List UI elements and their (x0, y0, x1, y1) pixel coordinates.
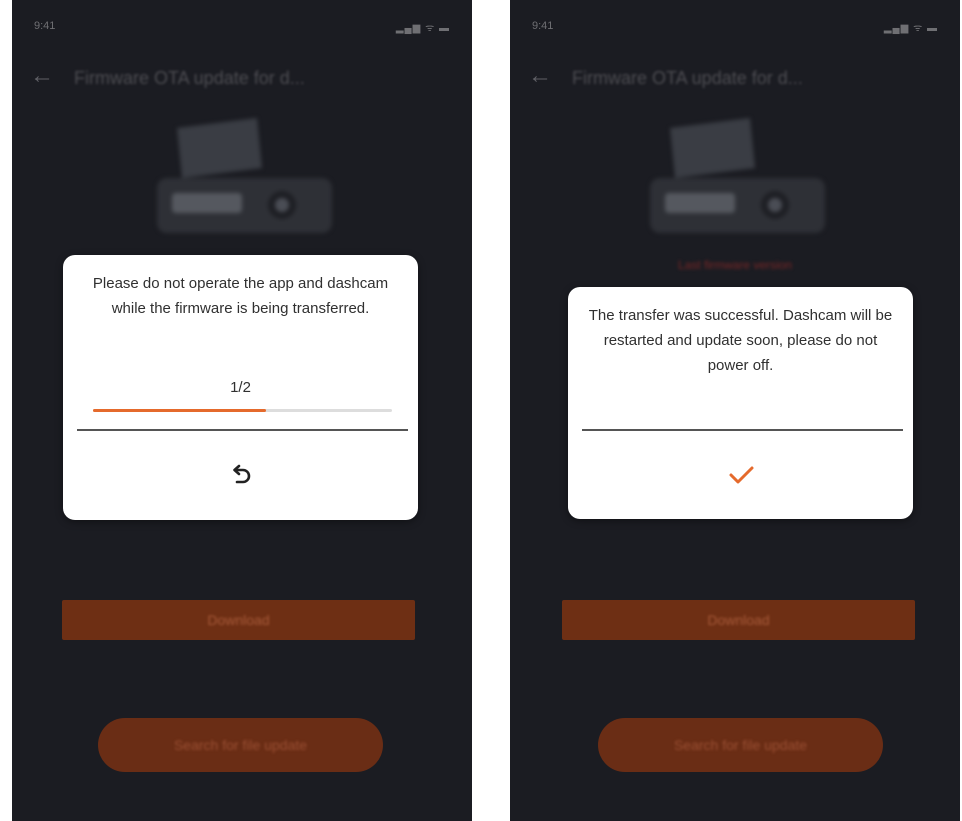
checkmark-icon (729, 466, 753, 484)
firmware-version-caption: Last firmware version (677, 258, 793, 272)
phone-screen-success: 9:41 ▂▄▆ ᯤ ▬ ← Firmware OTA update for d… (510, 0, 960, 821)
back-arrow-icon[interactable]: ← (528, 64, 552, 88)
dialog-divider (582, 429, 903, 431)
page-title: Firmware OTA update for d... (74, 68, 305, 88)
back-arrow-icon[interactable]: ← (30, 64, 54, 88)
dialog-back-button[interactable] (63, 451, 418, 501)
app-header: ← Firmware OTA update for d... (510, 58, 960, 102)
status-icons: ▂▄▆ ᯤ ▬ (395, 23, 450, 34)
download-button-label: Download (207, 612, 270, 628)
status-time: 9:41 (34, 20, 56, 32)
dialog-confirm-button[interactable] (568, 450, 913, 500)
search-file-update-button[interactable]: Search for file update (98, 718, 383, 772)
status-icons: ▂▄▆ ᯤ ▬ (883, 23, 938, 34)
success-dialog: The transfer was successful. Dashcam wil… (568, 287, 913, 519)
download-button-label: Download (707, 612, 770, 628)
status-bar: 9:41 ▂▄▆ ᯤ ▬ (12, 0, 472, 55)
dialog-message: Please do not operate the app and dashca… (92, 275, 389, 317)
search-file-update-button[interactable]: Search for file update (598, 718, 883, 772)
progress-bar-fill (93, 409, 267, 412)
dashcam-image (650, 118, 825, 233)
transfer-dialog: Please do not operate the app and dashca… (63, 255, 418, 520)
status-bar: 9:41 ▂▄▆ ᯤ ▬ (510, 0, 960, 55)
page-title: Firmware OTA update for d... (572, 68, 803, 88)
search-file-update-label: Search for file update (173, 737, 308, 753)
progress-bar (93, 409, 392, 412)
download-button[interactable]: Download (62, 600, 415, 640)
dialog-divider (77, 429, 408, 431)
dashcam-image (157, 118, 332, 233)
undo-icon (232, 464, 250, 484)
app-header: ← Firmware OTA update for d... (12, 58, 472, 102)
phone-screen-transferring: 9:41 ▂▄▆ ᯤ ▬ ← Firmware OTA update for d… (12, 0, 472, 821)
dialog-message: The transfer was successful. Dashcam wil… (588, 307, 893, 374)
download-button[interactable]: Download (562, 600, 915, 640)
search-file-update-label: Search for file update (673, 737, 808, 753)
status-time: 9:41 (532, 20, 554, 32)
progress-count: 1/2 (230, 379, 251, 396)
